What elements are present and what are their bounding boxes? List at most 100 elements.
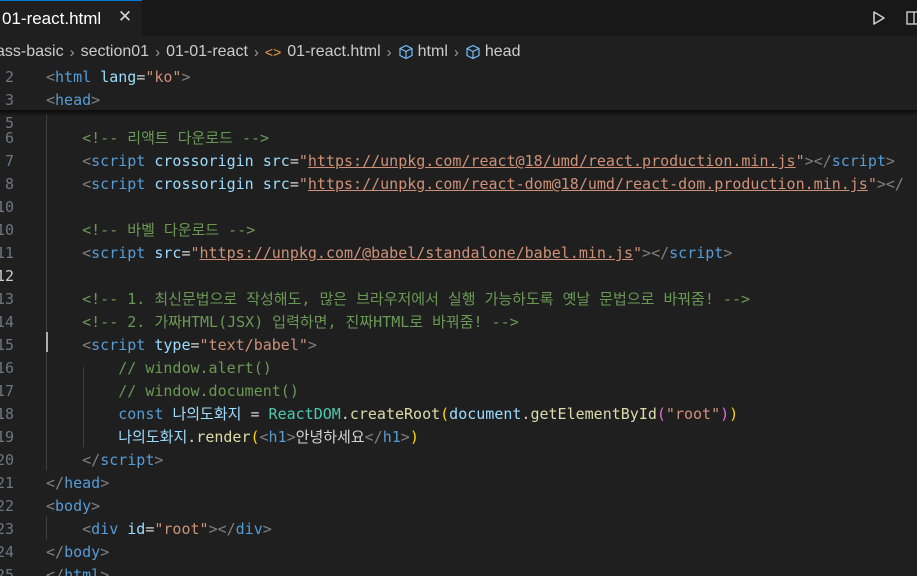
code-line[interactable]: 12 [0, 265, 917, 288]
code-token: = [289, 175, 299, 193]
cube-icon [399, 44, 413, 60]
code-line[interactable]: 10 <!-- 바벨 다운로드 --> [0, 219, 917, 242]
line-number: 22 [0, 497, 14, 515]
code-line[interactable]: 13 <!-- 1. 최신문법으로 작성해도, 많은 브라우저에서 실행 가능하… [0, 288, 917, 311]
code-line[interactable]: 20 </script> [0, 449, 917, 472]
code-token: </ [46, 543, 65, 561]
breadcrumb-item-file[interactable]: <> 01-react.html [265, 43, 381, 61]
line-number: 14 [0, 313, 14, 331]
code-line[interactable]: 6 <!-- 리액트 다운로드 --> [0, 127, 917, 150]
code-token: " [298, 175, 308, 193]
code-token: = [190, 336, 200, 354]
code-token: > [262, 520, 272, 538]
chevron-right-icon: › [386, 43, 392, 61]
line-number: 24 [0, 543, 14, 561]
code-text: <script crossorigin src="https://unpkg.c… [46, 173, 904, 196]
split-editor-icon[interactable] [904, 8, 917, 28]
breadcrumb-item-html[interactable]: html [398, 43, 448, 61]
breadcrumb-item-head[interactable]: head [465, 43, 520, 61]
code-token: < [82, 336, 92, 354]
code-token: < [82, 175, 92, 193]
indent-guide [83, 367, 84, 447]
code-token: div [235, 520, 263, 538]
code-line[interactable]: 23 <div id="root"></div> [0, 518, 917, 541]
code-line[interactable]: 25 </html> [0, 564, 917, 576]
code-line[interactable]: 22 <body> [0, 495, 917, 518]
line-number: 2 [4, 68, 14, 86]
code-token: > [885, 152, 895, 170]
code-line[interactable]: 15 <script type="text/babel"> [0, 334, 917, 357]
breadcrumb-item-section[interactable]: section01 [81, 43, 150, 61]
code-editor[interactable]: 2 <html lang="ko"> 3 <head> 5 6 <!-- 리액트 다운로드… [0, 66, 917, 576]
code-token: " [633, 244, 643, 262]
breadcrumb-item-subfolder[interactable]: 01-01-react [166, 43, 248, 61]
code-line[interactable]: 16 // window.alert() [0, 357, 917, 380]
code-token: > [400, 428, 410, 446]
code-text: const 나의도화지 = ReactDOM.createRoot(docume… [46, 403, 738, 426]
code-token: type [154, 336, 191, 354]
line-number: 19 [0, 428, 14, 446]
code-line[interactable]: 3 <head> [0, 89, 917, 112]
close-icon[interactable]: ✕ [116, 8, 134, 26]
code-token: <!-- 2. 가짜HTML(JSX) 입력하면, 진짜HTML로 바꿔줌! -… [46, 313, 519, 331]
code-line[interactable]: 14 <!-- 2. 가짜HTML(JSX) 입력하면, 진짜HTML로 바꿔줌… [0, 311, 917, 334]
code-token: " [795, 152, 805, 170]
code-line[interactable]: 19 나의도화지.render(<h1>안녕하세요</h1>) [0, 426, 917, 449]
code-token: render [196, 428, 251, 446]
code-token: "root" [665, 405, 721, 423]
code-token: < [82, 244, 92, 262]
code-token: createRoot [349, 405, 441, 423]
code-line[interactable]: 21 </head> [0, 472, 917, 495]
line-number: 16 [0, 359, 14, 377]
html-file-icon: <> [264, 44, 282, 60]
sticky-scroll-shadow [0, 110, 917, 116]
code-token: id [127, 520, 146, 538]
code-token: < [259, 428, 269, 446]
code-token: h1 [268, 428, 287, 446]
tab-01-react-html[interactable]: 01-react.html ✕ [0, 0, 142, 36]
code-line[interactable]: 18 const 나의도화지 = ReactDOM.createRoot(doc… [0, 403, 917, 426]
line-number: 12 [0, 267, 14, 285]
code-token: https://unpkg.com/react-dom@18/umd/react… [307, 175, 868, 193]
code-line[interactable]: 7 <script crossorigin src="https://unpkg… [0, 150, 917, 173]
breadcrumb: ass-basic › section01 › 01-01-react › <>… [0, 38, 917, 66]
breadcrumb-item-folder[interactable]: ass-basic [0, 43, 64, 61]
code-token: > [154, 451, 164, 469]
code-line[interactable]: 8 <script crossorigin src="https://unpkg… [0, 173, 917, 196]
chevron-right-icon: › [253, 43, 259, 61]
code-line[interactable]: 10 [0, 196, 917, 219]
line-number: 6 [4, 129, 14, 147]
line-number: 13 [0, 290, 14, 308]
code-token: " [867, 175, 877, 193]
code-token: // window.alert() [46, 359, 272, 377]
code-token: 나의도화지 [118, 428, 188, 446]
chevron-right-icon: › [155, 43, 161, 61]
code-text: <head> [46, 89, 100, 112]
code-line[interactable]: 24 </body> [0, 541, 917, 564]
code-token: . [187, 428, 197, 446]
code-token: = [136, 68, 146, 86]
code-token: src [262, 175, 290, 193]
code-token: head [64, 474, 101, 492]
code-text: </body> [46, 541, 109, 564]
code-token: > [181, 68, 191, 86]
play-icon[interactable] [868, 8, 888, 28]
code-token: ></ [208, 520, 236, 538]
code-token: ReactDOM [268, 405, 341, 423]
code-token: <!-- 1. 최신문법으로 작성해도, 많은 브라우저에서 실행 가능하도록 … [46, 290, 751, 308]
code-line[interactable]: 2 <html lang="ko"> [0, 66, 917, 89]
code-token: = [241, 405, 269, 423]
line-number: 17 [0, 382, 14, 400]
code-line[interactable]: 17 // window.document() [0, 380, 917, 403]
code-token: </ [364, 428, 383, 446]
code-token: document [449, 405, 522, 423]
code-token: h1 [382, 428, 401, 446]
code-line[interactable]: 11 <script src="https://unpkg.com/@babel… [0, 242, 917, 265]
code-token: ) [409, 428, 419, 446]
line-number: 7 [4, 152, 14, 170]
